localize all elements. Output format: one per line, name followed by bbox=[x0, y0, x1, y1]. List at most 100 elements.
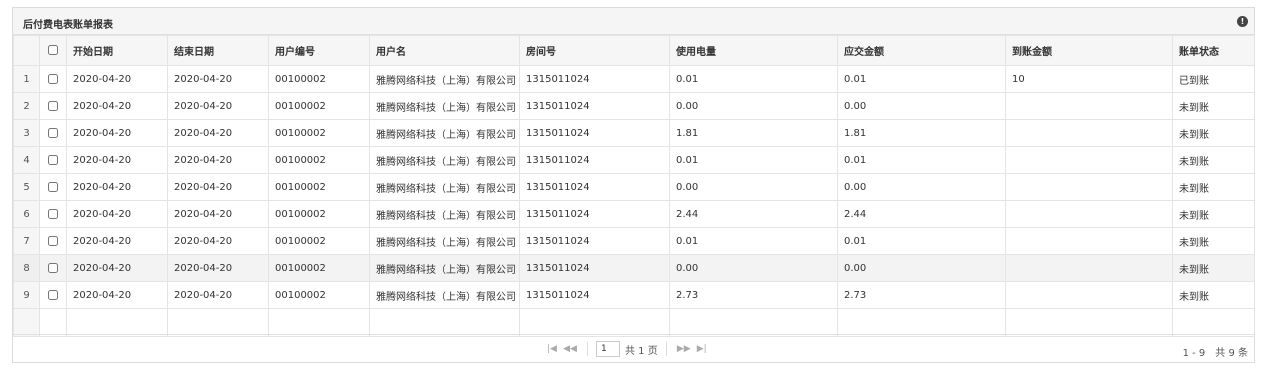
table-row[interactable]: 3 2020-04-20 2020-04-20 00100002 雅腾网络科技（上海）有… bbox=[13, 119, 1255, 147]
total-pages-label: 共 1 页 bbox=[625, 345, 658, 357]
cell-amount-due: 1.81 bbox=[837, 119, 1006, 147]
select-all-checkbox[interactable] bbox=[48, 45, 58, 55]
row-number: 6 bbox=[13, 200, 40, 228]
column-header-amount-paid[interactable]: 到账金额 bbox=[1005, 35, 1173, 66]
cell-user-name: 雅腾网络科技（上海）有限公司 bbox=[369, 200, 520, 228]
cell-end-date: 2020-04-20 bbox=[167, 227, 269, 255]
cell-usage: 2.44 bbox=[669, 200, 838, 228]
row-checkbox-cell[interactable] bbox=[39, 92, 67, 120]
cell-status: 未到账 bbox=[1172, 254, 1255, 282]
column-header-start-date[interactable]: 开始日期 bbox=[66, 35, 168, 66]
column-header-user-name[interactable]: 用户名 bbox=[369, 35, 520, 66]
cell-amount-paid bbox=[1005, 281, 1173, 309]
info-icon[interactable]: ! bbox=[1237, 16, 1248, 27]
row-checkbox[interactable] bbox=[48, 262, 58, 273]
cell-status: 已到账 bbox=[1172, 65, 1255, 93]
last-page-icon[interactable]: ▶| bbox=[693, 344, 711, 354]
cell-end-date: 2020-04-20 bbox=[167, 146, 269, 174]
table-row[interactable]: 4 2020-04-20 2020-04-20 00100002 雅腾网络科技（上海）有… bbox=[13, 146, 1255, 174]
row-checkbox-cell[interactable] bbox=[39, 227, 67, 255]
prev-page-icon[interactable]: ◀◀ bbox=[561, 344, 579, 354]
empty-row bbox=[13, 308, 1255, 337]
table-header-row: 开始日期 结束日期 用户编号 用户名 房间号 使用电量 应交金额 到账金额 账单… bbox=[13, 35, 1255, 66]
cell-start-date: 2020-04-20 bbox=[66, 254, 168, 282]
table-row[interactable]: 9 2020-04-20 2020-04-20 00100002 雅腾网络科技（上海）有… bbox=[13, 281, 1255, 309]
row-checkbox-cell[interactable] bbox=[39, 146, 67, 174]
cell-user-id: 00100002 bbox=[268, 254, 370, 282]
row-checkbox-cell[interactable] bbox=[39, 200, 67, 228]
column-header-end-date[interactable]: 结束日期 bbox=[167, 35, 269, 66]
cell-start-date: 2020-04-20 bbox=[66, 65, 168, 93]
cell-amount-due: 2.44 bbox=[837, 200, 1006, 228]
record-summary: 1 - 9 共 9 条 bbox=[1182, 348, 1248, 359]
cell-end-date: 2020-04-20 bbox=[167, 65, 269, 93]
column-header-user-id[interactable]: 用户编号 bbox=[268, 35, 370, 66]
empty-cell bbox=[167, 308, 269, 337]
row-checkbox[interactable] bbox=[48, 154, 58, 165]
cell-user-id: 00100002 bbox=[268, 227, 370, 255]
row-checkbox-cell[interactable] bbox=[39, 254, 67, 282]
column-header-status[interactable]: 账单状态 bbox=[1172, 35, 1255, 66]
cell-room-number: 1315011024 bbox=[519, 281, 670, 309]
row-checkbox-cell[interactable] bbox=[39, 281, 67, 309]
table-row[interactable]: 6 2020-04-20 2020-04-20 00100002 雅腾网络科技（上海）有… bbox=[13, 200, 1255, 228]
column-header-amount-due[interactable]: 应交金额 bbox=[837, 35, 1006, 66]
cell-amount-paid bbox=[1005, 173, 1173, 201]
empty-cell bbox=[837, 308, 1006, 337]
table-row[interactable]: 5 2020-04-20 2020-04-20 00100002 雅腾网络科技（上海）有… bbox=[13, 173, 1255, 201]
row-checkbox[interactable] bbox=[48, 181, 58, 192]
cell-user-id: 00100002 bbox=[268, 146, 370, 174]
rownum-header bbox=[13, 35, 40, 66]
cell-amount-paid bbox=[1005, 119, 1173, 147]
empty-cell bbox=[369, 308, 520, 337]
cell-user-name: 雅腾网络科技（上海）有限公司 bbox=[369, 173, 520, 201]
row-checkbox[interactable] bbox=[48, 73, 58, 84]
empty-cell bbox=[13, 308, 40, 337]
row-number: 1 bbox=[13, 65, 40, 93]
cell-usage: 2.73 bbox=[669, 281, 838, 309]
empty-cell bbox=[268, 308, 370, 337]
pager-divider bbox=[665, 342, 667, 356]
pagination-bar: |◀ ◀◀ 共 1 页 ▶▶ ▶| 1 - 9 共 9 条 bbox=[13, 334, 1254, 362]
cell-status: 未到账 bbox=[1172, 146, 1255, 174]
table-row[interactable]: 1 2020-04-20 2020-04-20 00100002 雅腾网络科技（上海）有… bbox=[13, 65, 1255, 93]
row-checkbox-cell[interactable] bbox=[39, 173, 67, 201]
cell-end-date: 2020-04-20 bbox=[167, 119, 269, 147]
panel-title: 后付费电表账单报表 bbox=[23, 20, 113, 31]
table-row[interactable]: 8 2020-04-20 2020-04-20 00100002 雅腾网络科技（上海）有… bbox=[13, 254, 1255, 282]
cell-end-date: 2020-04-20 bbox=[167, 92, 269, 120]
cell-amount-due: 0.01 bbox=[837, 65, 1006, 93]
cell-status: 未到账 bbox=[1172, 227, 1255, 255]
row-number: 9 bbox=[13, 281, 40, 309]
cell-usage: 1.81 bbox=[669, 119, 838, 147]
cell-room-number: 1315011024 bbox=[519, 92, 670, 120]
cell-room-number: 1315011024 bbox=[519, 146, 670, 174]
cell-amount-due: 0.00 bbox=[837, 173, 1006, 201]
cell-start-date: 2020-04-20 bbox=[66, 173, 168, 201]
table-row[interactable]: 2 2020-04-20 2020-04-20 00100002 雅腾网络科技（上海）有… bbox=[13, 92, 1255, 120]
next-page-icon[interactable]: ▶▶ bbox=[675, 344, 693, 354]
row-checkbox[interactable] bbox=[48, 289, 58, 300]
cell-amount-due: 0.00 bbox=[837, 254, 1006, 282]
cell-amount-due: 0.01 bbox=[837, 227, 1006, 255]
row-checkbox[interactable] bbox=[48, 127, 58, 138]
row-checkbox[interactable] bbox=[48, 235, 58, 246]
row-checkbox-cell[interactable] bbox=[39, 65, 67, 93]
cell-user-name: 雅腾网络科技（上海）有限公司 bbox=[369, 227, 520, 255]
table-row[interactable]: 7 2020-04-20 2020-04-20 00100002 雅腾网络科技（上海）有… bbox=[13, 227, 1255, 255]
column-header-usage[interactable]: 使用电量 bbox=[669, 35, 838, 66]
cell-user-id: 00100002 bbox=[268, 65, 370, 93]
row-number: 2 bbox=[13, 92, 40, 120]
cell-room-number: 1315011024 bbox=[519, 227, 670, 255]
row-checkbox-cell[interactable] bbox=[39, 119, 67, 147]
cell-user-name: 雅腾网络科技（上海）有限公司 bbox=[369, 281, 520, 309]
empty-cell bbox=[669, 308, 838, 337]
column-header-room[interactable]: 房间号 bbox=[519, 35, 670, 66]
row-checkbox[interactable] bbox=[48, 100, 58, 111]
row-checkbox[interactable] bbox=[48, 208, 58, 219]
cell-start-date: 2020-04-20 bbox=[66, 92, 168, 120]
first-page-icon[interactable]: |◀ bbox=[543, 344, 561, 354]
select-all-checkbox-cell[interactable] bbox=[39, 35, 67, 66]
cell-status: 未到账 bbox=[1172, 281, 1255, 309]
page-number-input[interactable] bbox=[596, 341, 620, 357]
